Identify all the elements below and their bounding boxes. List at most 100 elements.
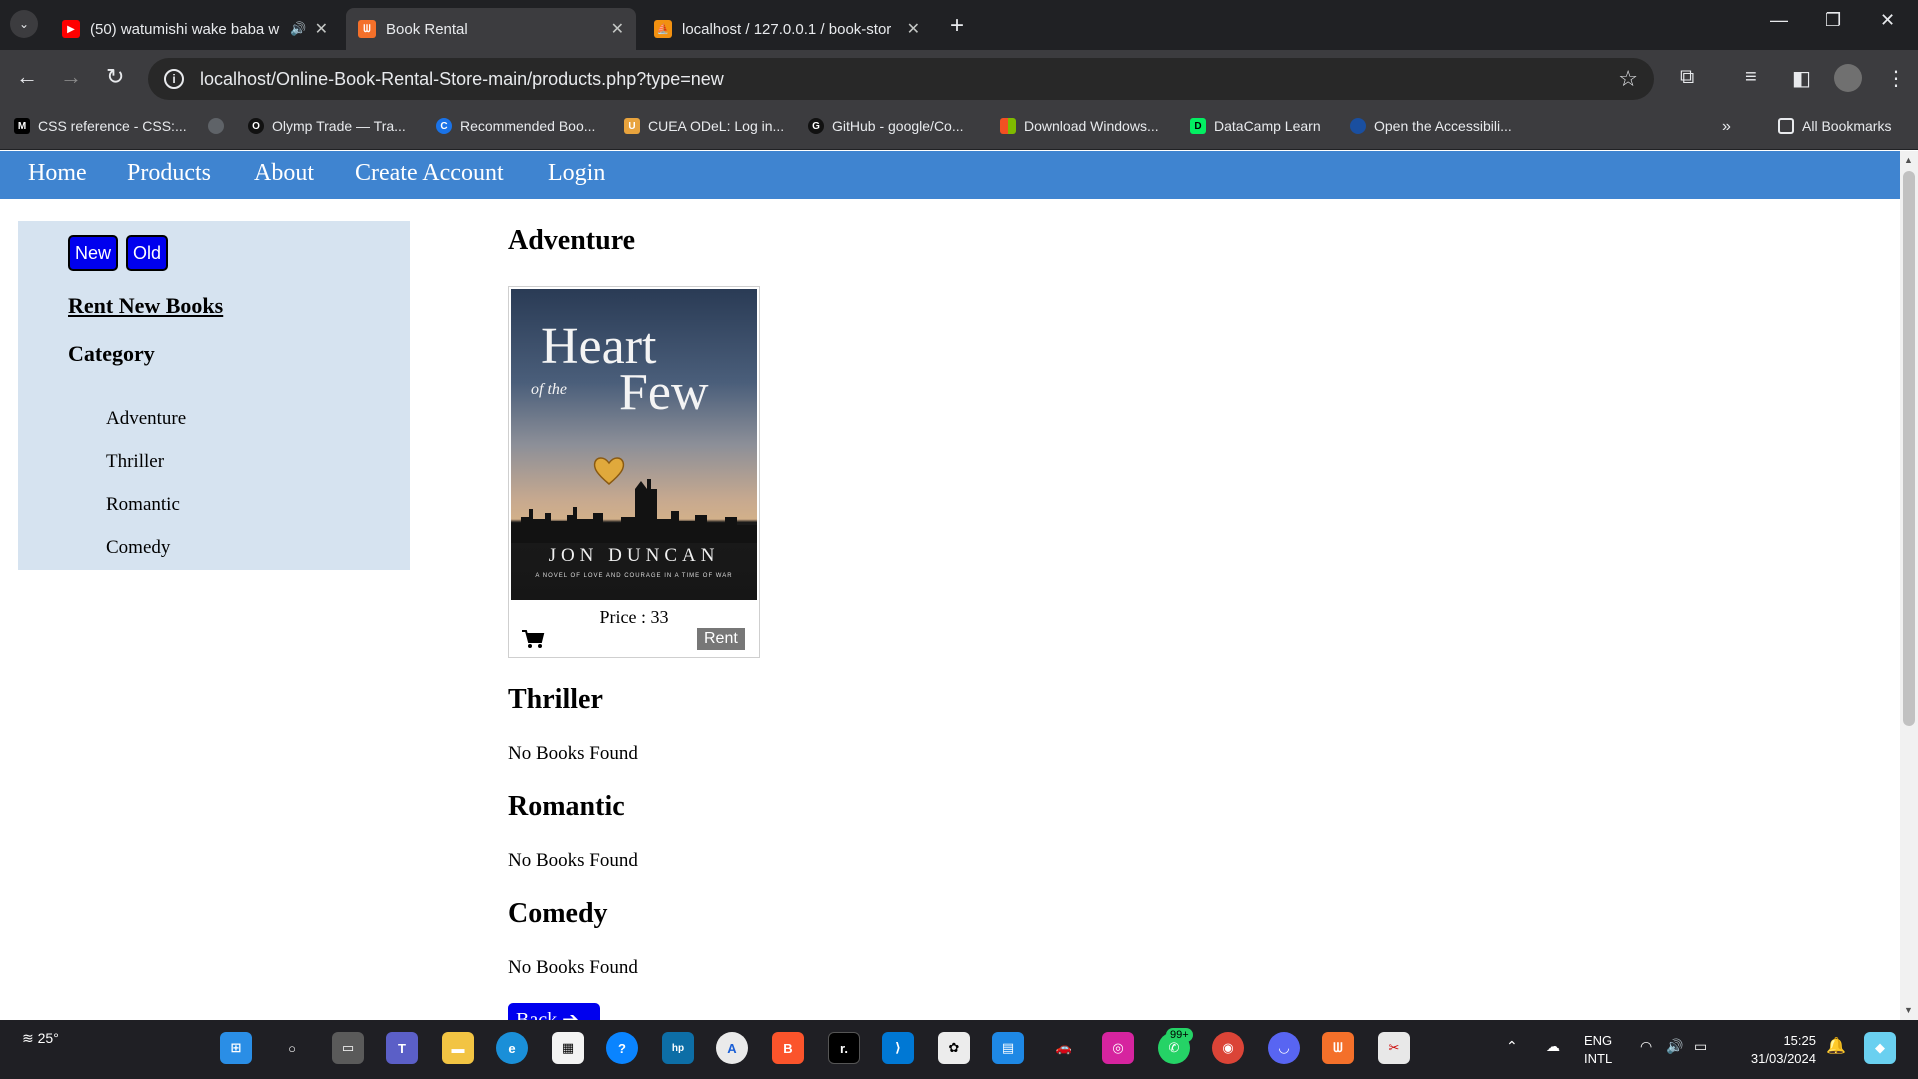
bookmark-item[interactable]: Open the Accessibili... — [1350, 118, 1512, 134]
tab-book-rental[interactable]: ᗯ Book Rental ✕ — [346, 8, 636, 50]
shopping-cart-icon[interactable] — [521, 629, 545, 649]
extensions-icon[interactable]: ⧉ — [1680, 66, 1694, 89]
close-window-icon[interactable]: ✕ — [1880, 10, 1895, 31]
nav-products[interactable]: Products — [127, 160, 211, 187]
tab-search-button[interactable]: ⌄ — [10, 10, 38, 38]
store-icon[interactable]: ▦ — [552, 1032, 584, 1064]
book-card: Heart of the Few JON DUNCAN A NOVEL OF L… — [508, 286, 760, 658]
close-tab-icon[interactable]: ✕ — [315, 19, 328, 39]
wifi-icon[interactable]: ◠ — [1640, 1038, 1652, 1055]
task-view-icon[interactable]: ▭ — [332, 1032, 364, 1064]
address-bar[interactable]: i localhost/Online-Book-Rental-Store-mai… — [148, 58, 1654, 100]
nav-home[interactable]: Home — [28, 160, 87, 187]
bookmark-item[interactable]: M CSS reference - CSS:... — [14, 118, 187, 134]
side-panel-icon[interactable]: ◧ — [1792, 66, 1811, 91]
snipping-tool-icon[interactable]: ✂ — [1378, 1032, 1410, 1064]
new-tab-button[interactable]: + — [950, 12, 964, 40]
book-cover-image[interactable]: Heart of the Few JON DUNCAN A NOVEL OF L… — [511, 289, 757, 600]
window-app-icon[interactable]: ▤ — [992, 1032, 1024, 1064]
bookmark-item[interactable]: Download Windows... — [1000, 118, 1159, 134]
search-icon[interactable]: ○ — [276, 1032, 308, 1064]
category-comedy[interactable]: Comedy — [106, 537, 170, 559]
wind-icon: ≋ — [22, 1030, 34, 1046]
profile-avatar[interactable] — [1834, 64, 1862, 92]
close-tab-icon[interactable]: ✕ — [907, 19, 920, 39]
tab-phpmyadmin[interactable]: ⛵ localhost / 127.0.0.1 / book-stor ✕ — [642, 8, 932, 50]
clock[interactable]: 15:25 31/03/2024 — [1736, 1032, 1816, 1068]
bookmark-item[interactable]: D DataCamp Learn — [1190, 118, 1321, 134]
rent-new-books-link[interactable]: Rent New Books — [68, 293, 223, 319]
back-arrow-icon[interactable]: ← — [16, 64, 38, 90]
cover-title: of the — [531, 381, 567, 398]
close-tab-icon[interactable]: ✕ — [611, 19, 624, 39]
brave-icon[interactable]: B — [772, 1032, 804, 1064]
category-adventure[interactable]: Adventure — [106, 408, 186, 430]
instagram-icon[interactable]: ◎ — [1102, 1032, 1134, 1064]
scroll-up-icon[interactable]: ▲ — [1904, 155, 1913, 165]
rent-button[interactable]: Rent — [697, 628, 745, 650]
nav-about[interactable]: About — [254, 160, 314, 187]
new-books-button[interactable]: New — [68, 235, 119, 271]
bookmark-item[interactable]: G GitHub - google/Co... — [808, 118, 964, 134]
notification-bell-icon[interactable]: 🔔 — [1826, 1036, 1846, 1056]
edge-icon[interactable]: e — [496, 1032, 528, 1064]
section-heading-comedy: Comedy — [508, 898, 608, 929]
clock-date: 31/03/2024 — [1750, 1051, 1816, 1066]
openai-icon[interactable]: ✿ — [938, 1032, 970, 1064]
bookmark-item[interactable]: U CUEA ODeL: Log in... — [624, 118, 784, 134]
phpmyadmin-icon: ⛵ — [654, 20, 672, 38]
chevron-up-icon[interactable]: ⌃ — [1506, 1038, 1518, 1055]
start-icon[interactable]: ⊞ — [220, 1032, 252, 1064]
old-books-button[interactable]: Old — [126, 235, 169, 271]
scroll-down-icon[interactable]: ▼ — [1904, 1005, 1913, 1015]
xampp-taskbar-icon[interactable]: ᗯ — [1322, 1032, 1354, 1064]
speaker-icon[interactable]: 🔊 — [290, 21, 306, 37]
minimize-icon[interactable]: — — [1770, 10, 1788, 31]
file-explorer-icon[interactable]: ▬ — [442, 1032, 474, 1064]
back-button[interactable]: Back ➔ — [508, 1003, 600, 1020]
web-page: Home Products About Create Account Login… — [0, 151, 1900, 1020]
help-icon[interactable]: ? — [606, 1032, 638, 1064]
myhp-icon[interactable]: hp — [662, 1032, 694, 1064]
olymp-trade-icon: O — [248, 118, 264, 134]
r-app-icon[interactable]: r. — [828, 1032, 860, 1064]
copilot-icon[interactable]: ◆ — [1864, 1032, 1896, 1064]
url-text[interactable]: localhost/Online-Book-Rental-Store-main/… — [200, 69, 724, 90]
datacamp-icon: D — [1190, 118, 1206, 134]
bookmark-item[interactable]: O Olymp Trade — Tra... — [248, 118, 406, 134]
onedrive-icon[interactable]: ☁ — [1546, 1038, 1560, 1055]
media-controls-icon[interactable]: ≡ — [1745, 66, 1757, 89]
scroll-thumb[interactable] — [1903, 171, 1915, 726]
notification-badge: 99+ — [1166, 1028, 1193, 1042]
car-app-icon[interactable]: 🚗 — [1048, 1032, 1080, 1064]
bookmark-item[interactable]: C Recommended Boo... — [436, 118, 595, 134]
volume-icon[interactable]: 🔊 — [1666, 1038, 1683, 1055]
category-thriller[interactable]: Thriller — [106, 451, 164, 473]
bookmark-item[interactable] — [208, 118, 232, 134]
nav-create-account[interactable]: Create Account — [355, 160, 504, 187]
more-bookmarks-icon[interactable]: » — [1722, 118, 1731, 136]
vscode-icon[interactable]: ⟩ — [882, 1032, 914, 1064]
teams-icon[interactable]: T — [386, 1032, 418, 1064]
sidebar: New Old Rent New Books Category Adventur… — [18, 221, 410, 570]
nav-login[interactable]: Login — [548, 160, 605, 187]
site-info-icon[interactable]: i — [164, 69, 184, 89]
no-books-message: No Books Found — [508, 957, 638, 978]
restore-icon[interactable]: ❐ — [1825, 10, 1841, 31]
reload-icon[interactable]: ↻ — [106, 64, 124, 90]
weather-widget[interactable]: ≋ 25° — [22, 1030, 59, 1047]
bookmark-label: Recommended Boo... — [460, 118, 596, 134]
discord-icon[interactable]: ◡ — [1268, 1032, 1300, 1064]
category-romantic[interactable]: Romantic — [106, 494, 180, 516]
a-app-icon[interactable]: A — [716, 1032, 748, 1064]
bookmark-star-icon[interactable]: ☆ — [1618, 66, 1638, 92]
tab-youtube[interactable]: ▶ (50) watumishi wake baba w 🔊 ✕ — [50, 8, 340, 50]
forward-arrow-icon[interactable]: → — [60, 64, 82, 90]
battery-icon[interactable]: ▭ — [1694, 1038, 1707, 1055]
more-menu-icon[interactable]: ⋮ — [1886, 66, 1906, 91]
all-bookmarks-folder[interactable]: All Bookmarks — [1778, 118, 1891, 134]
page-scrollbar[interactable]: ▲ ▼ — [1900, 151, 1918, 1020]
cover-author: JON DUNCAN — [548, 545, 720, 566]
chrome-icon[interactable]: ◉ — [1212, 1032, 1244, 1064]
language-indicator[interactable]: ENG INTL — [1584, 1032, 1612, 1068]
